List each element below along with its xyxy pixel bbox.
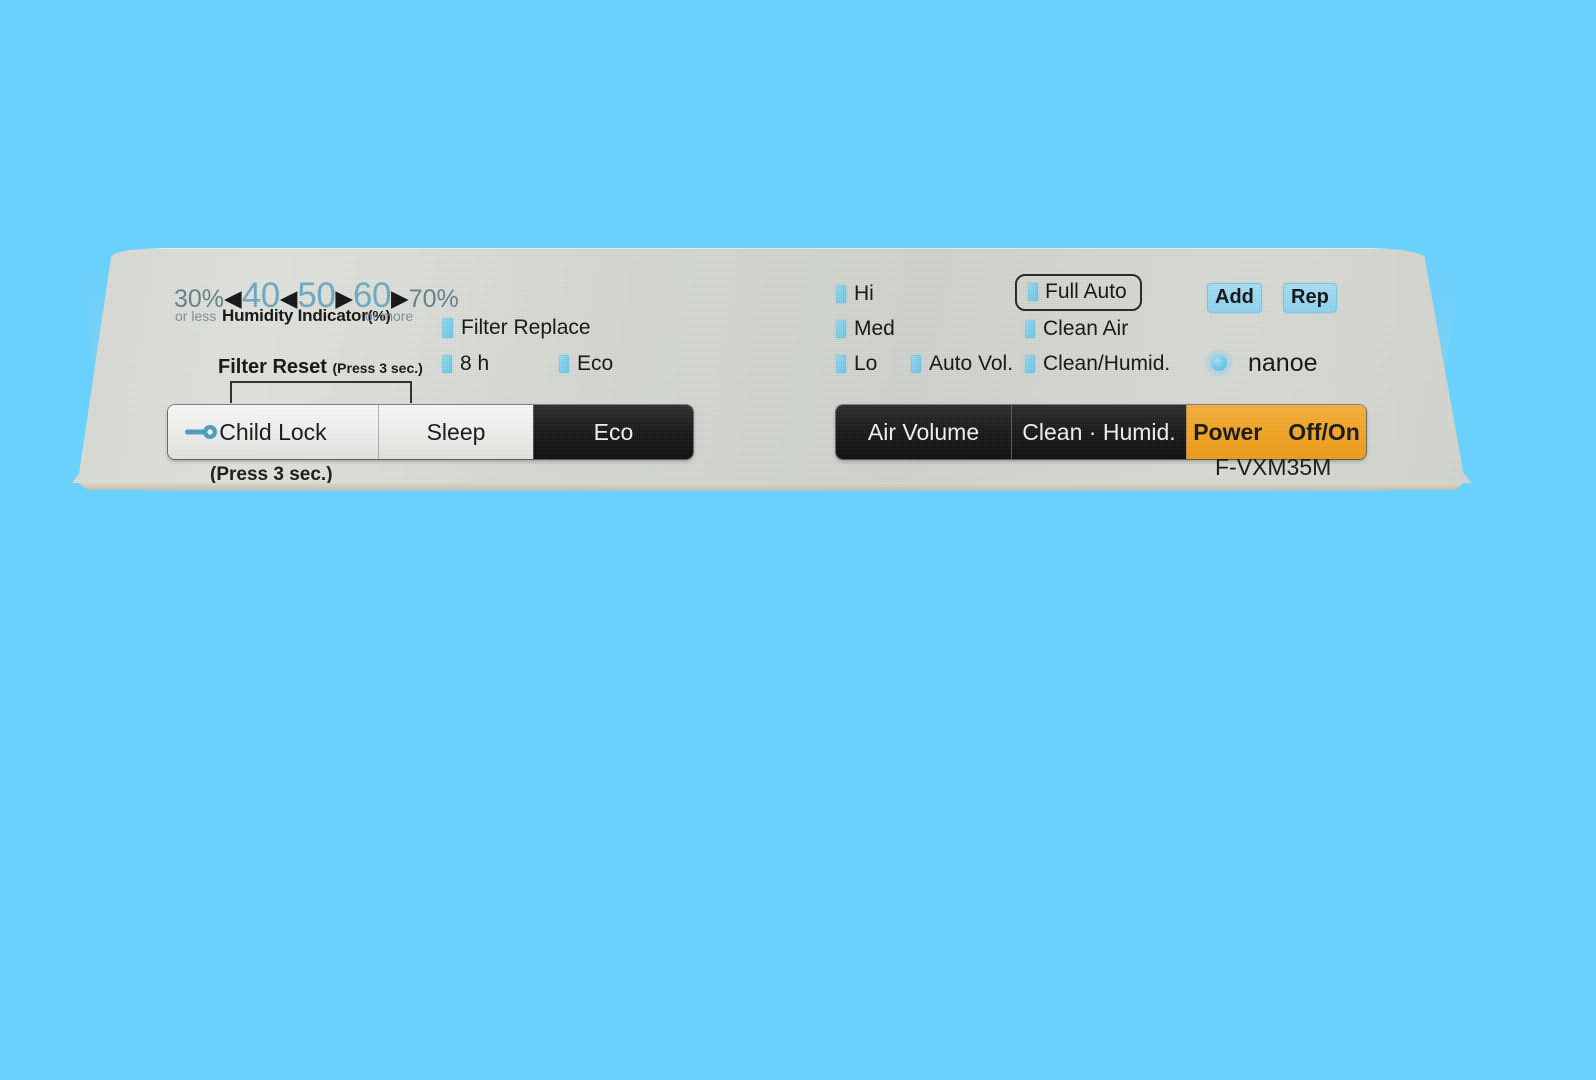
clean-humid-button-label: Clean · Humid. [1022,418,1176,445]
air-volume-button[interactable]: Air Volume [836,405,1011,459]
hi-led-icon [836,285,846,303]
nanoe-label: nanoe [1248,348,1318,377]
clean-humid-label: Clean/Humid. [1043,352,1171,375]
indicator-filter-replace: Filter Replace [442,316,591,340]
child-lock-button-label: Child Lock [219,418,327,445]
indicator-full-auto: Full Auto [1015,274,1142,311]
control-panel-face: 30% ◀ 40 ◀ 50 ▶ 60 ▶ 70% or less Humidit… [72,248,1472,483]
eco-button-label: Eco [593,418,634,445]
clean-air-led-icon [1025,320,1035,338]
indicator-clean-humid: Clean/Humid. [1025,352,1170,376]
humidity-or-more-note: or more [365,308,414,324]
eight-hour-label: 8 h [460,352,490,375]
clean-humid-led-icon [1025,355,1035,373]
model-number: F-VXM35M [1215,454,1332,480]
right-button-bar: Air Volume Clean · Humid. Power Off/On [836,405,1366,459]
indicator-8h: 8 h [442,352,489,376]
indicator-hi: Hi [836,282,874,306]
key-icon [185,425,217,439]
hi-label: Hi [854,282,874,305]
indicator-med: Med [836,317,895,341]
auto-volume-label: Auto Vol. [929,352,1014,375]
power-offon-label: Off/On [1288,418,1360,445]
screenshot-canvas: 30% ◀ 40 ◀ 50 ▶ 60 ▶ 70% or less Humidit… [0,0,1596,1080]
humidity-indicator-caption-text: Humidity Indicator [222,306,368,325]
indicator-auto-volume: Auto Vol. [911,352,1013,376]
med-led-icon [836,320,846,338]
eco-led-icon [559,355,569,373]
left-button-bar: Child Lock Sleep Eco [168,405,693,459]
indicator-nanoe: nanoe [1204,348,1318,378]
eight-hour-led-icon [442,355,452,373]
sleep-button[interactable]: Sleep [378,405,533,459]
air-volume-button-label: Air Volume [867,418,980,445]
child-lock-button[interactable]: Child Lock [168,405,378,459]
nanoe-glow-icon [1204,348,1234,378]
humidity-arrow-right-2-icon: ▶ [390,285,409,311]
lo-led-icon [836,355,846,373]
filter-reset-hint: (Press 3 sec.) [332,360,423,376]
indicator-eco: Eco [559,352,613,376]
med-label: Med [854,317,895,340]
child-lock-press-hint: (Press 3 sec.) [210,464,333,485]
indicator-lo: Lo [836,352,877,376]
power-button[interactable]: Power Off/On [1186,405,1366,459]
filter-replace-label: Filter Replace [461,316,591,339]
clean-air-label: Clean Air [1043,317,1129,340]
power-button-label: Power [1193,418,1263,445]
indicator-clean-air: Clean Air [1025,317,1128,341]
auto-volume-led-icon [911,355,921,373]
eco-button[interactable]: Eco [533,405,693,459]
humidity-high-end-value: 70% [408,285,459,313]
replenish-tag: Rep [1283,283,1337,313]
sleep-button-label: Sleep [426,418,486,445]
lo-label: Lo [854,352,878,375]
add-water-tag: Add [1207,283,1262,313]
filter-reset-label: Filter Reset [218,356,327,378]
eco-indicator-label: Eco [577,352,614,375]
filter-reset-label-group: Filter Reset (Press 3 sec.) [218,356,423,379]
full-auto-led-icon [1028,283,1038,301]
humidity-or-less-note: or less [175,308,217,324]
filter-replace-led-icon [442,318,453,338]
filter-reset-bracket [230,381,412,403]
clean-humid-button[interactable]: Clean · Humid. [1011,405,1186,459]
full-auto-label: Full Auto [1045,280,1127,303]
control-panel-wrap: 30% ◀ 40 ◀ 50 ▶ 60 ▶ 70% or less Humidit… [72,248,1472,490]
